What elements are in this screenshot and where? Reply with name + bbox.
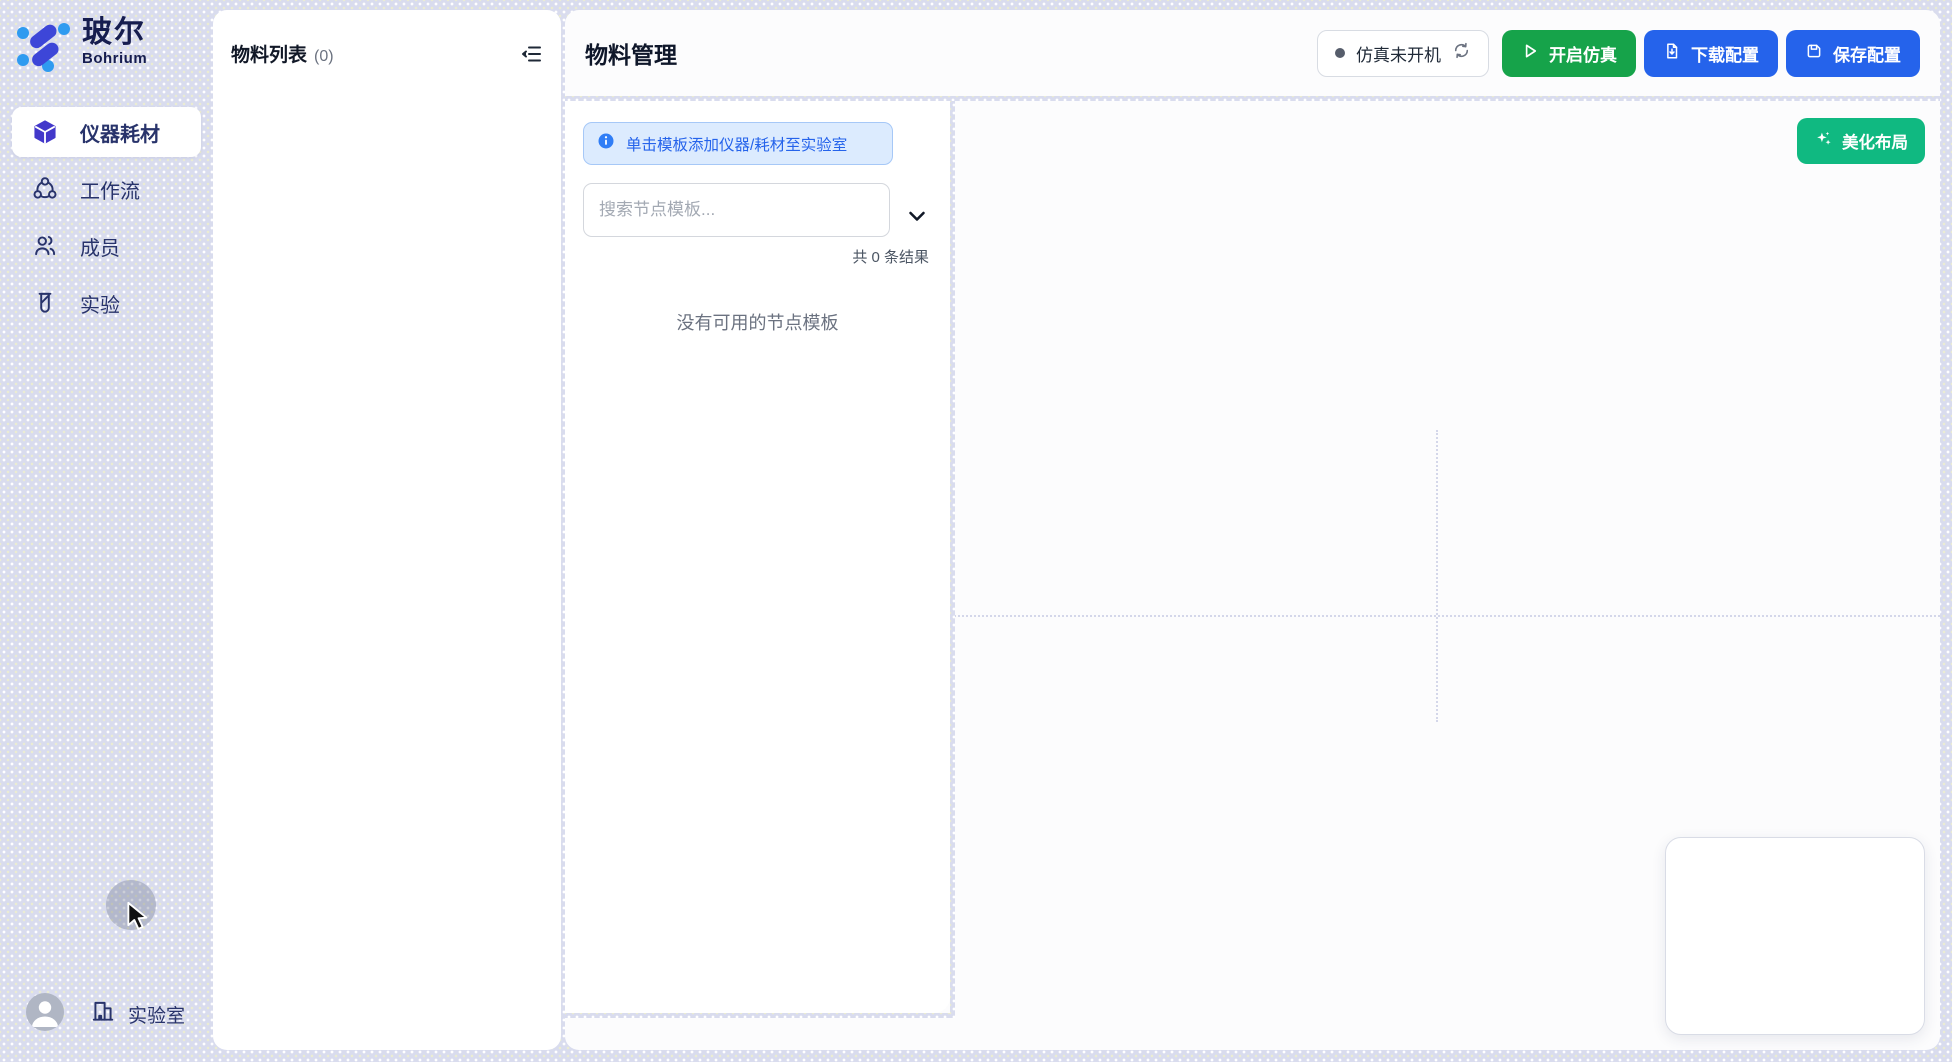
sidebar-item-instruments[interactable]: 仪器耗材 [12,107,201,157]
cube-icon [32,119,58,145]
play-icon [1521,42,1539,65]
beautify-layout-label: 美化布局 [1842,129,1908,153]
start-simulation-button[interactable]: 开启仿真 [1502,30,1636,77]
main-header: 物料管理 仿真未开机 [565,10,1940,96]
empty-state-text: 没有可用的节点模板 [565,309,950,335]
panel-edge-divider-horizontal [565,1013,950,1018]
node-template-panel: 单击模板添加仪器/耗材至实验室 共 0 条结果 没有可用的节点模板 [565,101,950,1013]
main-content: 物料管理 仿真未开机 [565,10,1940,1050]
toolbar: 仿真未开机 [1317,30,1920,77]
beautify-layout-button[interactable]: 美化布局 [1797,118,1925,164]
chevron-down-icon[interactable] [905,204,929,228]
sidebar-item-label: 成员 [80,232,120,261]
building-icon [90,998,116,1030]
bohrium-logo-icon [14,16,70,77]
start-simulation-label: 开启仿真 [1549,41,1617,66]
avatar[interactable] [26,993,64,1031]
app-root: 玻尔 Bohrium 仪器耗材 [0,0,1952,1062]
members-icon [32,233,58,259]
simulation-status-pill[interactable]: 仿真未开机 [1317,30,1489,77]
search-input[interactable] [583,183,890,237]
results-count: 共 0 条结果 [852,246,929,267]
material-list-panel: 物料列表 (0) [213,10,561,1050]
lab-entry[interactable]: 实验室 [90,998,185,1030]
collapse-panel-icon[interactable] [519,41,545,67]
file-download-icon [1663,42,1681,65]
page-title: 物料管理 [585,36,677,70]
sidebar-item-label: 仪器耗材 [80,118,160,147]
save-icon [1805,42,1823,65]
minimap[interactable] [1665,837,1925,1035]
info-icon [597,132,615,155]
material-list-count: (0) [314,48,334,65]
sidebar-item-label: 实验 [80,289,120,318]
brand-name-zh: 玻尔 [82,16,147,50]
download-config-label: 下载配置 [1691,41,1759,66]
save-config-button[interactable]: 保存配置 [1786,30,1920,77]
panel-edge-divider-vertical [950,101,955,1018]
canvas-guide-vertical [1436,430,1438,722]
sidebar-item-members[interactable]: 成员 [12,221,201,271]
save-config-label: 保存配置 [1833,41,1901,66]
template-hint-banner: 单击模板添加仪器/耗材至实验室 [583,122,893,165]
sparkles-icon [1814,129,1833,153]
material-list-title-row: 物料列表 (0) [231,40,334,67]
material-list-title: 物料列表 [231,45,307,66]
canvas-guide-horizontal [950,615,1940,617]
sidebar-nav: 仪器耗材 工作流 [12,107,201,335]
download-config-button[interactable]: 下载配置 [1644,30,1778,77]
workflow-icon [32,176,58,202]
sidebar-item-workflow[interactable]: 工作流 [12,164,201,214]
cursor-pointer-icon [126,901,148,933]
simulation-status-text: 仿真未开机 [1356,41,1441,66]
experiment-icon [32,290,58,316]
status-dot-icon [1335,48,1345,58]
refresh-icon[interactable] [1452,41,1471,65]
sidebar-item-label: 工作流 [80,175,140,204]
lab-label: 实验室 [128,1001,185,1028]
brand-logo[interactable]: 玻尔 Bohrium [14,16,147,77]
brand-name: 玻尔 Bohrium [82,16,147,68]
material-list-header: 物料列表 (0) [213,10,561,67]
sidebar-bottom: 实验室 [0,993,213,1037]
sidebar-item-experiments[interactable]: 实验 [12,278,201,328]
brand-name-en: Bohrium [82,50,147,68]
template-hint-text: 单击模板添加仪器/耗材至实验室 [626,133,847,155]
